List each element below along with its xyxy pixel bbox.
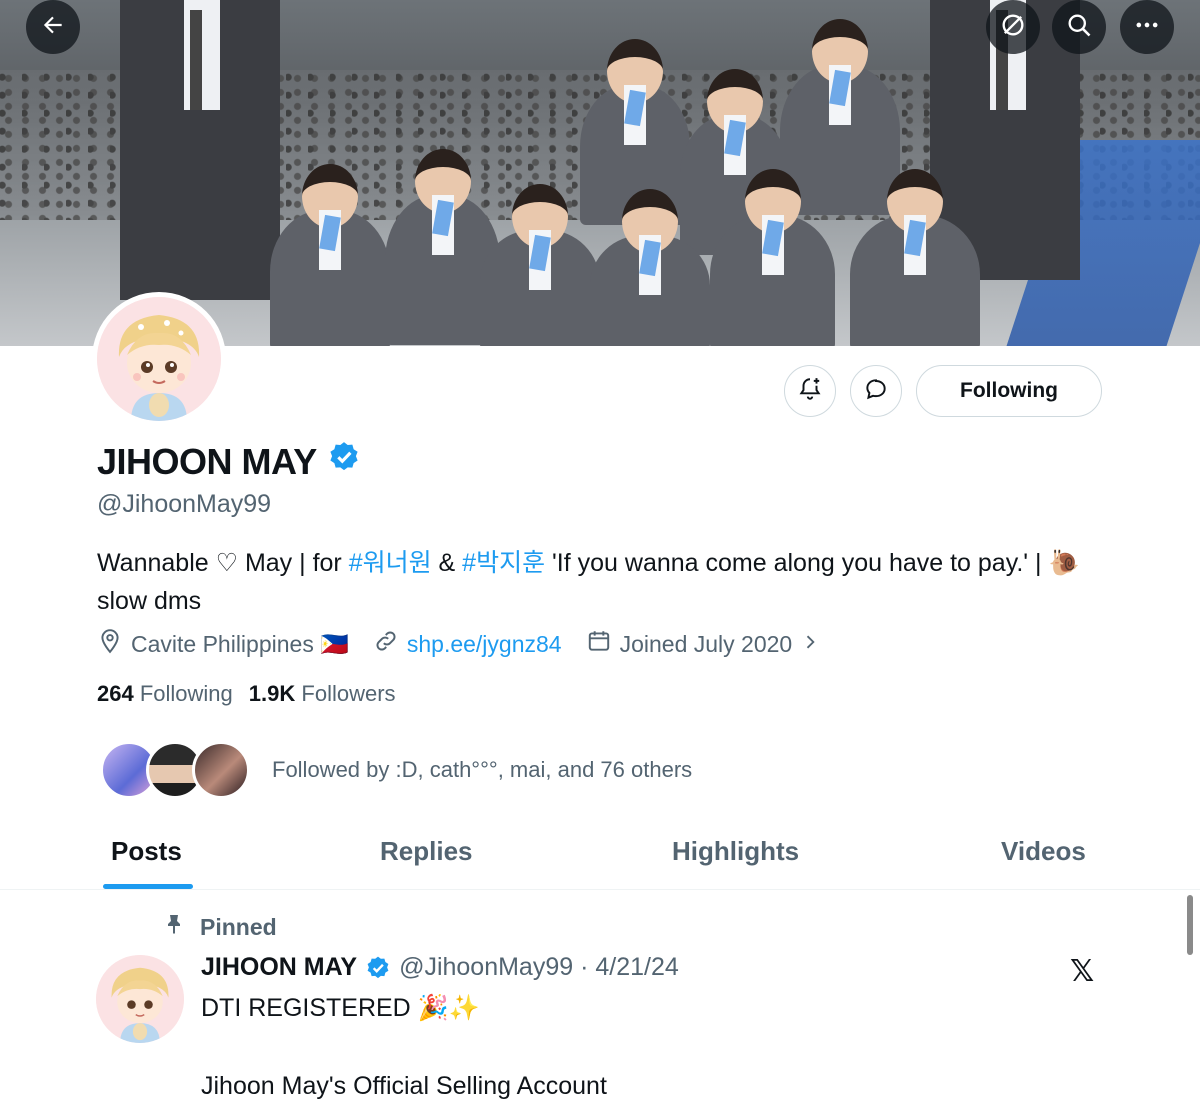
joined-date[interactable]: Joined July 2020	[586, 628, 821, 660]
back-button[interactable]	[26, 0, 80, 54]
website[interactable]: shp.ee/jygnz84	[373, 628, 562, 660]
pinned-label: Pinned	[200, 913, 277, 940]
location: Cavite Philippines 🇵🇭	[97, 628, 349, 660]
search-icon	[1065, 11, 1093, 44]
banner-member	[850, 169, 980, 346]
chevron-right-icon	[800, 631, 820, 658]
display-name-text: JIHOON MAY	[97, 440, 317, 482]
follower-avatar	[192, 741, 250, 799]
followers-count: 1.9K	[248, 681, 296, 706]
profile-bio: Wannable ♡ May | for #워너원 & #박지훈 'If you…	[97, 544, 1097, 620]
profile-avatar[interactable]	[92, 292, 226, 426]
post-author-name[interactable]: JIHOON MAY	[201, 953, 357, 982]
followed-by-text: Followed by :D, cath°°°, mai, and 76 oth…	[272, 757, 693, 782]
banner-standee-left	[120, 0, 280, 300]
grok-circle-icon	[999, 11, 1027, 44]
profile-meta: Cavite Philippines 🇵🇭 shp.ee/jygnz84 Joi…	[97, 628, 844, 660]
notification-bell-add-icon	[797, 376, 823, 407]
banner-member	[710, 169, 835, 346]
notifications-button[interactable]	[784, 365, 836, 417]
calendar-icon	[586, 628, 612, 660]
profile-display-name: JIHOON MAY	[97, 440, 361, 483]
pinned-indicator: Pinned	[162, 912, 277, 942]
link-icon	[373, 628, 399, 660]
followers-label: Followers	[301, 681, 396, 706]
post-text-line: DTI REGISTERED 🎉✨	[201, 994, 480, 1022]
tab-highlights[interactable]: Highlights	[672, 836, 799, 867]
following-count: 264	[97, 681, 134, 706]
follow-counts: 264 Following 1.9K Followers	[97, 681, 396, 707]
post-author-avatar[interactable]	[96, 955, 184, 1043]
following-button[interactable]: Following	[916, 365, 1102, 417]
profile-tabs: Posts Replies Highlights Videos	[0, 820, 1200, 890]
location-pin-icon	[97, 628, 123, 660]
x-logo-icon: 𝕏	[1070, 955, 1095, 988]
banner-member	[590, 189, 710, 346]
message-icon	[863, 376, 889, 407]
profile-handle: @JihoonMay99	[97, 490, 272, 518]
location-text: Cavite Philippines 🇵🇭	[131, 630, 349, 657]
pin-icon	[162, 912, 186, 942]
search-button[interactable]	[1052, 0, 1106, 54]
bio-text: Wannable ♡ May | for	[97, 549, 349, 577]
post-handle-date[interactable]: @JihoonMay99 · 4/21/24	[399, 953, 679, 982]
more-icon	[1133, 11, 1161, 44]
grok-button[interactable]	[986, 0, 1040, 54]
verified-badge-icon[interactable]	[327, 440, 361, 483]
verified-badge-icon[interactable]	[365, 955, 391, 981]
website-link[interactable]: shp.ee/jygnz84	[407, 631, 562, 658]
bio-text: &	[431, 549, 463, 577]
banner-member	[270, 164, 390, 346]
tab-posts[interactable]: Posts	[111, 836, 182, 867]
post-text-line: Jihoon May's Official Selling Account	[201, 1072, 607, 1100]
avatar-illustration	[97, 297, 221, 421]
message-button[interactable]	[850, 365, 902, 417]
tab-replies[interactable]: Replies	[380, 836, 473, 867]
followers-count-link[interactable]: 1.9K Followers	[249, 681, 396, 707]
scrollbar[interactable]	[1187, 895, 1193, 955]
post-header: JIHOON MAY @JihoonMay99 · 4/21/24	[201, 953, 679, 982]
more-button[interactable]	[1120, 0, 1174, 54]
hashtag-link[interactable]: #박지훈	[462, 549, 545, 577]
back-arrow-icon	[40, 12, 66, 43]
followed-by-row[interactable]: Followed by :D, cath°°°, mai, and 76 oth…	[100, 741, 692, 799]
hashtag-link[interactable]: #워너원	[349, 549, 432, 577]
following-label: Following	[139, 681, 233, 706]
following-count-link[interactable]: 264 Following	[97, 681, 233, 707]
active-tab-indicator	[103, 884, 193, 889]
banner-member	[480, 184, 600, 346]
tab-videos[interactable]: Videos	[1001, 836, 1086, 867]
joined-text: Joined July 2020	[619, 630, 793, 657]
